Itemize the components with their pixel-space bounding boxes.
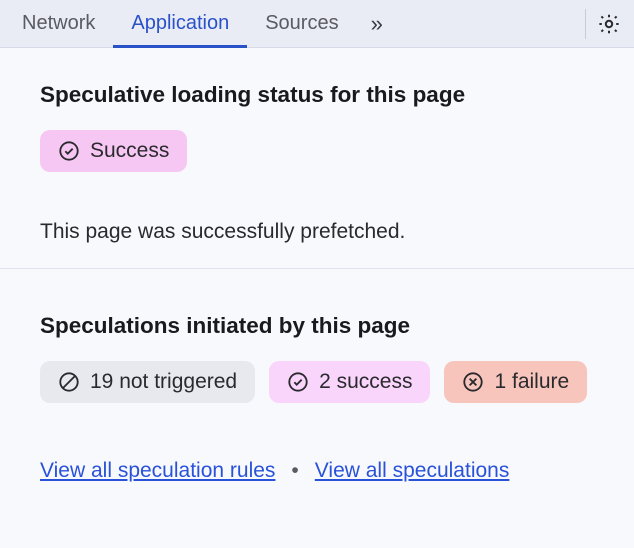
settings-button[interactable] xyxy=(592,7,626,41)
chip-label: 1 failure xyxy=(494,370,569,394)
link-view-all-speculations[interactable]: View all speculations xyxy=(315,459,510,483)
separator-dot: • xyxy=(291,459,298,483)
toolbar-divider xyxy=(585,9,586,39)
chip-not-triggered[interactable]: 19 not triggered xyxy=(40,361,255,403)
speculations-initiated-panel: Speculations initiated by this page 19 n… xyxy=(0,268,634,507)
tab-application[interactable]: Application xyxy=(113,0,247,48)
panel-heading: Speculative loading status for this page xyxy=(40,82,594,108)
tabs-overflow-button[interactable]: » xyxy=(357,11,395,37)
tab-network[interactable]: Network xyxy=(4,0,113,48)
link-view-all-rules[interactable]: View all speculation rules xyxy=(40,459,275,483)
links-row: View all speculation rules • View all sp… xyxy=(40,459,594,483)
check-circle-icon xyxy=(58,140,80,162)
chip-label: 2 success xyxy=(319,370,412,394)
chip-label: 19 not triggered xyxy=(90,370,237,394)
status-badge-success: Success xyxy=(40,130,187,172)
check-circle-icon xyxy=(287,371,309,393)
panel-heading: Speculations initiated by this page xyxy=(40,313,594,339)
x-circle-icon xyxy=(462,371,484,393)
chip-success[interactable]: 2 success xyxy=(269,361,430,403)
slash-circle-icon xyxy=(58,371,80,393)
gear-icon xyxy=(597,12,621,36)
speculative-loading-status-panel: Speculative loading status for this page… xyxy=(0,48,634,268)
status-description: This page was successfully prefetched. xyxy=(40,220,594,244)
chip-failure[interactable]: 1 failure xyxy=(444,361,587,403)
tab-sources[interactable]: Sources xyxy=(247,0,356,48)
status-label: Success xyxy=(90,139,169,163)
devtools-toolbar: Network Application Sources » xyxy=(0,0,634,48)
